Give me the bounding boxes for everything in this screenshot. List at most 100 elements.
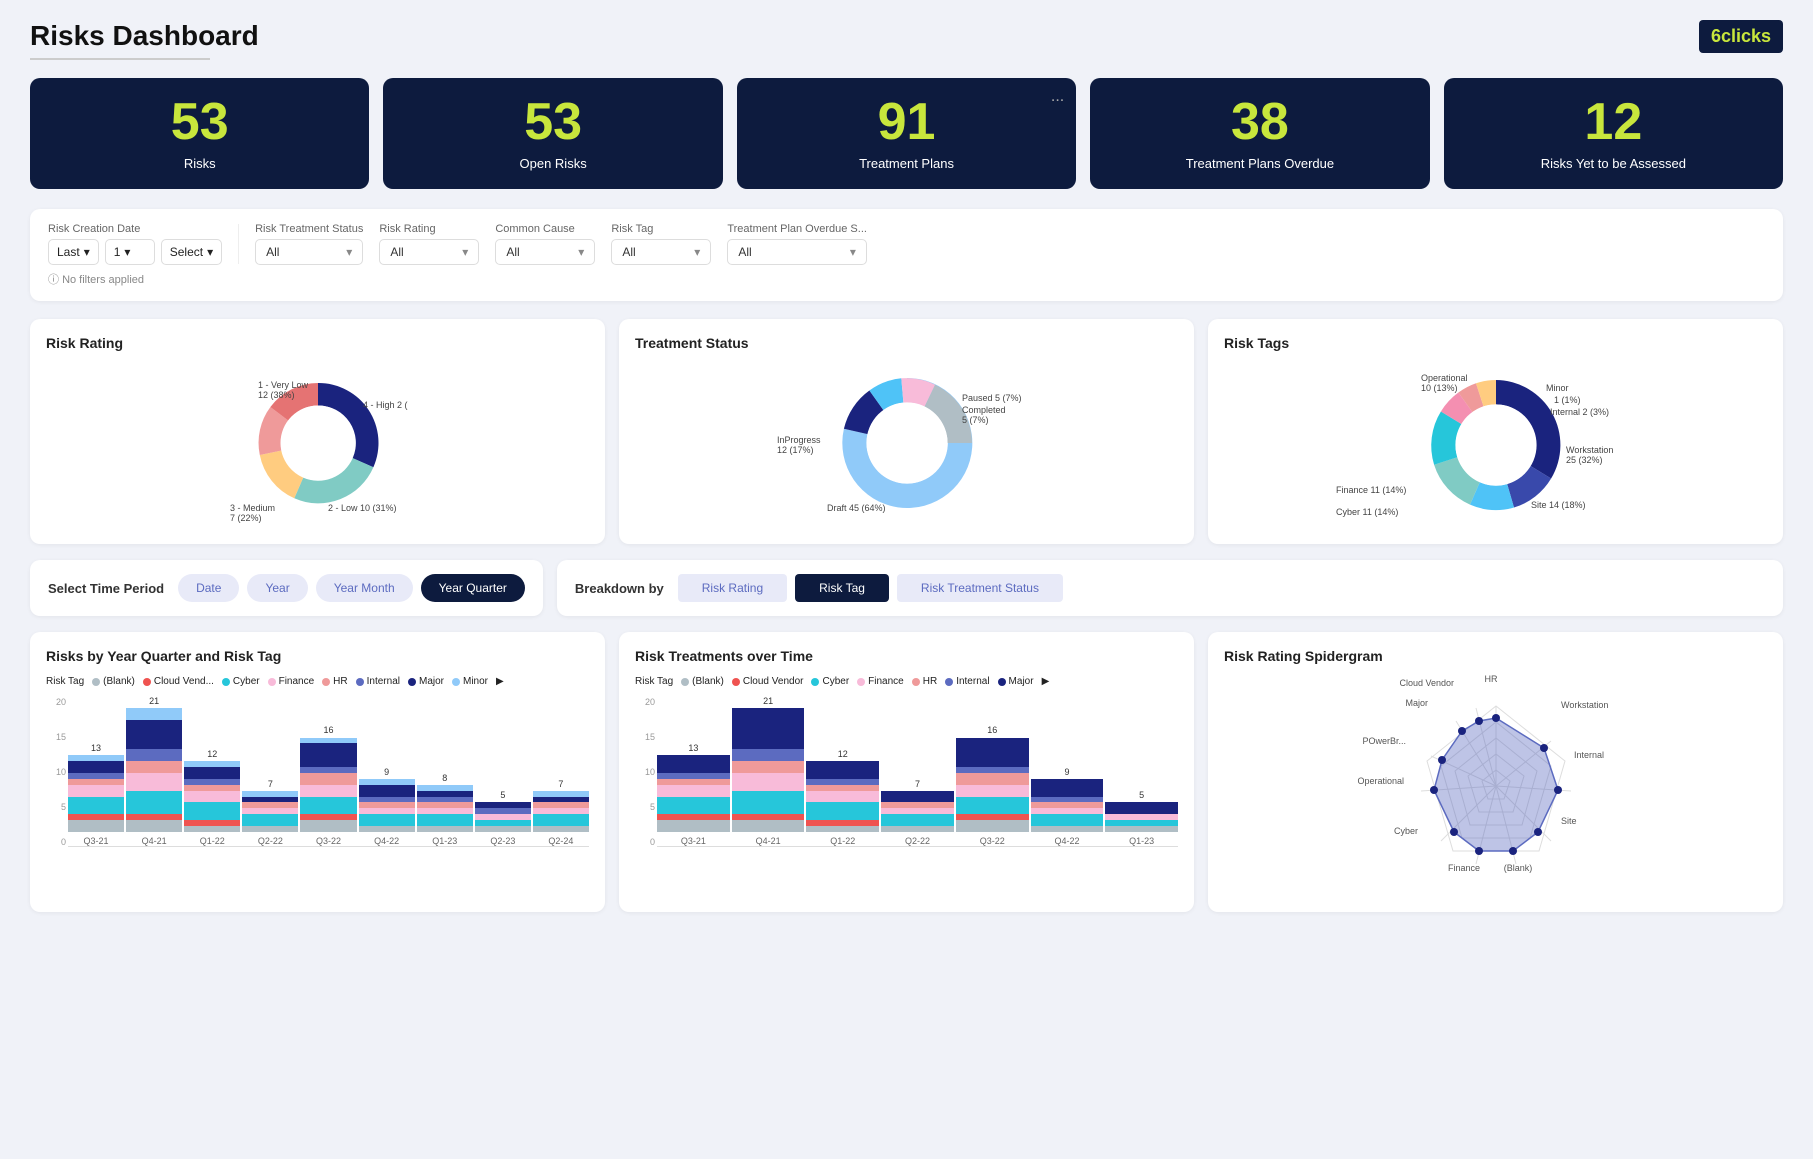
filter-treatment-overdue-value: All (738, 245, 751, 259)
bar-chart-left-visual: 2015105013Q3-2121Q4-2112Q1-227Q2-2216Q3-… (46, 697, 589, 847)
legend-text-major: Major (419, 676, 444, 687)
filter-treatment-plan-overdue: Treatment Plan Overdue S... All ▾ (727, 223, 867, 265)
filter-common-cause-value: All (506, 245, 519, 259)
svg-text:3 - Medium: 3 - Medium (230, 503, 275, 513)
legend-minor: Minor (452, 676, 488, 687)
filter-risk-tag-value: All (622, 245, 635, 259)
legend-right-blank: (Blank) (681, 676, 724, 687)
filter-risk-rating-value: All (390, 245, 403, 259)
legend-text-finance: Finance (279, 676, 315, 687)
bar-chart-left-title: Risks by Year Quarter and Risk Tag (46, 648, 589, 664)
title-area: Risks Dashboard (30, 20, 259, 60)
svg-text:Major: Major (1405, 698, 1428, 708)
legend-right-finance: Finance (857, 676, 904, 687)
legend-more-icon-right[interactable]: ▶ (1042, 676, 1050, 687)
legend-color-hr (322, 678, 330, 686)
svg-text:Paused 5 (7%): Paused 5 (7%) (962, 393, 1022, 403)
filter-divider-1 (238, 224, 239, 264)
spider-chart-svg: HR Workstation Internal Site (Blank) Fin… (1356, 666, 1636, 906)
legend-major: Major (408, 676, 444, 687)
legend-text-right-cloud: Cloud Vendor (743, 676, 804, 687)
filter-label-treatment-overdue: Treatment Plan Overdue S... (727, 223, 867, 235)
filter-number-dropdown[interactable]: 1 ▾ (105, 239, 155, 265)
breakdown-panel: Breakdown by Risk Rating Risk Tag Risk T… (557, 560, 1783, 616)
legend-more-icon[interactable]: ▶ (496, 676, 504, 687)
chevron-down-icon: ▾ (84, 245, 90, 259)
risk-rating-chart: Risk Rating (30, 319, 605, 544)
svg-text:10 (13%): 10 (13%) (1421, 383, 1458, 393)
legend-text-hr: HR (333, 676, 347, 687)
filter-risk-tag-select[interactable]: All ▾ (611, 239, 711, 265)
legend-text-blank: (Blank) (103, 676, 135, 687)
legend-right-internal: Internal (945, 676, 989, 687)
legend-color-blank (92, 678, 100, 686)
period-btn-year-quarter[interactable]: Year Quarter (421, 574, 525, 602)
filter-last-dropdown[interactable]: Last ▾ (48, 239, 99, 265)
legend-text-right-blank: (Blank) (692, 676, 724, 687)
legend-internal: Internal (356, 676, 400, 687)
svg-text:Workstation: Workstation (1566, 445, 1613, 455)
risk-rating-content: 4 - High 2 (6%) 1 - Very Low 12 (38%) 3 … (46, 363, 589, 523)
filter-common-cause-select[interactable]: All ▾ (495, 239, 595, 265)
bar-chart-left-legend: Risk Tag (Blank) Cloud Vend... Cyber Fin… (46, 676, 589, 687)
legend-text-minor: Minor (463, 676, 488, 687)
svg-text:2 - Low 10 (31%): 2 - Low 10 (31%) (328, 503, 397, 513)
bar-chart-right-legend: Risk Tag (Blank) Cloud Vendor Cyber Fina… (635, 676, 1178, 687)
filter-treatment-status: Risk Treatment Status All ▾ (255, 223, 363, 265)
filter-select-value: Select (170, 245, 203, 259)
spider-chart-container: HR Workstation Internal Site (Blank) Fin… (1224, 676, 1767, 896)
kpi-more-dots[interactable]: ... (1051, 88, 1064, 106)
svg-text:12 (17%): 12 (17%) (777, 445, 814, 455)
svg-text:Finance 11 (14%): Finance 11 (14%) (1336, 485, 1406, 495)
breakdown-btn-treatment-status[interactable]: Risk Treatment Status (897, 574, 1063, 602)
legend-right-cloud: Cloud Vendor (732, 676, 804, 687)
chevron-down-icon: ▾ (694, 245, 700, 259)
kpi-treatment-overdue: 38 Treatment Plans Overdue (1090, 78, 1429, 189)
time-period-label: Select Time Period (48, 581, 164, 596)
filter-label-risk-tag: Risk Tag (611, 223, 711, 235)
legend-label: Risk Tag (46, 676, 84, 687)
kpi-risks-assessed-label: Risks Yet to be Assessed (1464, 156, 1763, 171)
risk-rating-title: Risk Rating (46, 335, 589, 351)
svg-text:25 (32%): 25 (32%) (1566, 455, 1603, 465)
filter-creation-date-inline: Last ▾ 1 ▾ Select ▾ (48, 239, 222, 265)
legend-color-cyber (222, 678, 230, 686)
legend-color-finance (268, 678, 276, 686)
legend-blank: (Blank) (92, 676, 135, 687)
filter-select-dropdown[interactable]: Select ▾ (161, 239, 222, 265)
legend-right-cyber: Cyber (811, 676, 849, 687)
period-btn-year[interactable]: Year (247, 574, 307, 602)
svg-text:7 (22%): 7 (22%) (230, 513, 262, 523)
legend-color-right-cloud (732, 678, 740, 686)
period-btn-year-month[interactable]: Year Month (316, 574, 413, 602)
legend-right-hr: HR (912, 676, 937, 687)
period-btn-date[interactable]: Date (178, 574, 239, 602)
svg-text:4 - High 2 (6%): 4 - High 2 (6%) (363, 400, 408, 410)
spider-chart-card: Risk Rating Spidergram (1208, 632, 1783, 912)
svg-text:1 (1%): 1 (1%) (1554, 395, 1581, 405)
legend-color-right-hr (912, 678, 920, 686)
breakdown-btn-risk-tag[interactable]: Risk Tag (795, 574, 889, 602)
legend-color-right-finance (857, 678, 865, 686)
kpi-treatment-plans: ... 91 Treatment Plans (737, 78, 1076, 189)
bar-chart-right-visual: 2015105013Q3-2121Q4-2112Q1-227Q2-2216Q3-… (635, 697, 1178, 847)
legend-color-cloud (143, 678, 151, 686)
treatment-status-donut-svg: Paused 5 (7%) Completed 5 (7%) InProgres… (767, 363, 1047, 523)
bar-chart-left-card: Risks by Year Quarter and Risk Tag Risk … (30, 632, 605, 912)
legend-text-right-major: Major (1009, 676, 1034, 687)
svg-text:Draft 45 (64%): Draft 45 (64%) (827, 503, 886, 513)
breakdown-btn-risk-rating[interactable]: Risk Rating (678, 574, 787, 602)
legend-cyber: Cyber (222, 676, 260, 687)
filter-treatment-overdue-select[interactable]: All ▾ (727, 239, 867, 265)
kpi-open-risks: 53 Open Risks (383, 78, 722, 189)
kpi-risks-assessed: 12 Risks Yet to be Assessed (1444, 78, 1783, 189)
filter-treatment-status-select[interactable]: All ▾ (255, 239, 363, 265)
svg-text:Cloud Vendor: Cloud Vendor (1399, 678, 1454, 688)
filter-risk-rating-select[interactable]: All ▾ (379, 239, 479, 265)
kpi-risks-number: 53 (50, 96, 349, 148)
filters-row: Risk Creation Date Last ▾ 1 ▾ Select ▾ (48, 223, 1765, 265)
legend-color-right-cyber (811, 678, 819, 686)
svg-text:Site: Site (1561, 816, 1577, 826)
legend-text-cyber: Cyber (233, 676, 260, 687)
controls-row: Select Time Period Date Year Year Month … (30, 560, 1783, 616)
